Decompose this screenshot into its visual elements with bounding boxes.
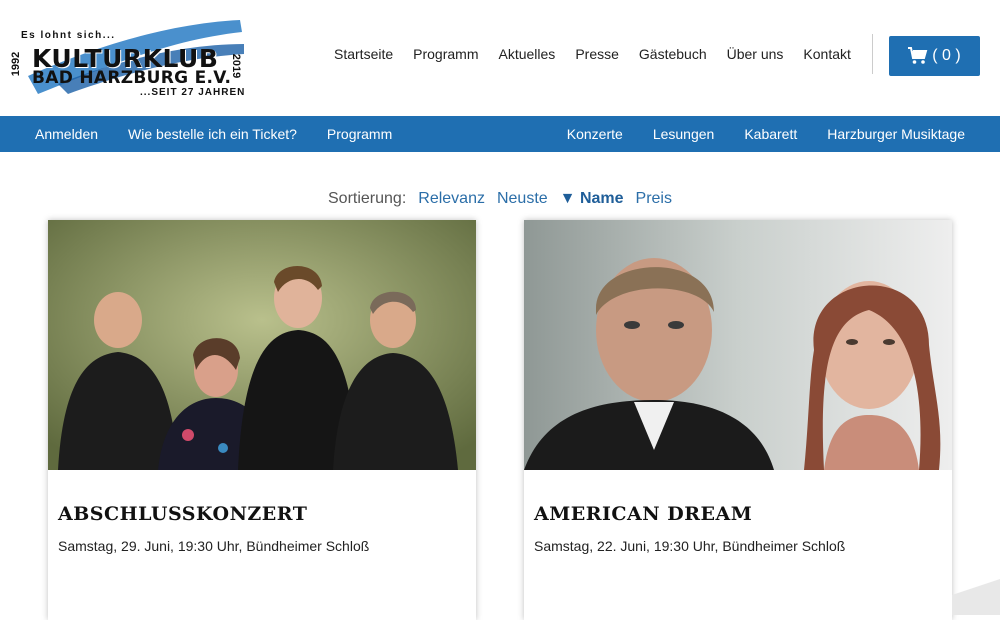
nav-divider [872,34,873,74]
logo-year-right: 2019 [230,53,243,79]
subnav-ticket-help[interactable]: Wie bestelle ich ein Ticket? [128,126,297,142]
logo-year-left: 1992 [10,51,23,77]
site-logo[interactable]: Es lohnt sich... KULTURKLUB BAD HARZBURG… [10,14,246,100]
sort-neuste[interactable]: Neuste [497,190,548,208]
nav-startseite[interactable]: Startseite [334,46,393,62]
logo-tagline-top: Es lohnt sich... [21,30,116,41]
nav-presse[interactable]: Presse [575,46,619,62]
cart-count: ( 0 ) [932,47,961,64]
event-meta: Samstag, 29. Juni, 19:30 Uhr, Bündheimer… [58,538,370,554]
shopping-cart-icon [908,47,928,64]
subnav-kabarett[interactable]: Kabarett [744,126,797,142]
sort-preis[interactable]: Preis [636,190,672,208]
event-meta: Samstag, 22. Juni, 19:30 Uhr, Bündheimer… [534,538,846,554]
logo-subtitle: BAD HARZBURG E.V. [32,68,232,88]
nav-gaestebuch[interactable]: Gästebuch [639,46,707,62]
sub-nav: Anmelden Wie bestelle ich ein Ticket? Pr… [0,116,1000,152]
subnav-anmelden[interactable]: Anmelden [35,126,98,142]
site-header: Es lohnt sich... KULTURKLUB BAD HARZBURG… [0,0,1000,116]
nav-ueber-uns[interactable]: Über uns [727,46,784,62]
subnav-programm[interactable]: Programm [327,126,392,142]
sort-name[interactable]: ▼ Name [560,190,624,208]
subnav-konzerte[interactable]: Konzerte [567,126,623,142]
event-image[interactable] [48,220,476,470]
cart-button[interactable]: ( 0 ) [889,36,980,76]
nav-aktuelles[interactable]: Aktuelles [499,46,556,62]
sort-label: Sortierung: [328,190,407,207]
main-nav: Startseite Programm Aktuelles Presse Gäs… [334,46,851,62]
subnav-lesungen[interactable]: Lesungen [653,126,715,142]
nav-kontakt[interactable]: Kontakt [803,46,850,62]
event-image[interactable] [524,220,952,470]
nav-programm[interactable]: Programm [413,46,478,62]
sort-bar: Sortierung: Relevanz Neuste ▼ Name Preis [0,190,1000,208]
logo-tagline-bottom: ...SEIT 27 JAHREN [140,87,246,98]
event-title[interactable]: ABSCHLUSSKONZERT [58,503,307,525]
event-card[interactable]: ABSCHLUSSKONZERT Samstag, 29. Juni, 19:3… [48,220,476,620]
sort-relevanz[interactable]: Relevanz [418,190,485,208]
decorative-corner [952,579,1000,615]
subnav-musiktage[interactable]: Harzburger Musiktage [827,126,965,142]
event-card[interactable]: AMERICAN DREAM Samstag, 22. Juni, 19:30 … [524,220,952,620]
event-title[interactable]: AMERICAN DREAM [534,503,752,525]
